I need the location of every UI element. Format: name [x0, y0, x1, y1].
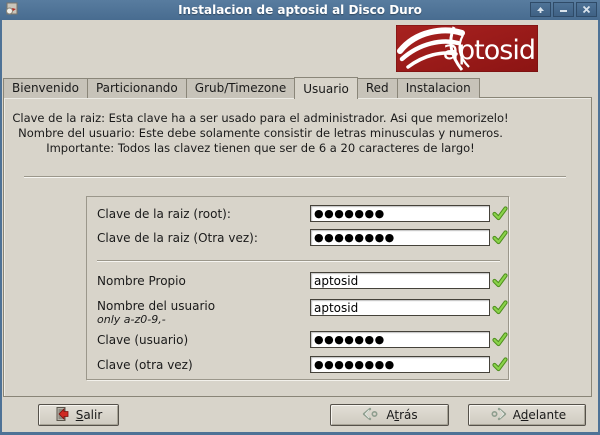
- tab-bar: Bienvenido Particionando Grub/Timezone U…: [3, 77, 479, 98]
- info-line: Importante: Todos las clavez tienen que …: [8, 141, 513, 156]
- user-password-label: Clave (usuario): [97, 333, 188, 347]
- aptosid-logo: aptosid: [396, 25, 538, 72]
- forward-arrow-icon: [488, 407, 508, 424]
- window-title: Instalacion de aptosid al Disco Duro: [0, 3, 600, 17]
- close-icon[interactable]: [576, 2, 597, 17]
- real-name-input[interactable]: [310, 272, 490, 289]
- valid-check-icon: [492, 272, 508, 288]
- root-password-input[interactable]: [310, 205, 490, 222]
- info-line: Nombre del usuario: Este debe solamente …: [8, 126, 513, 141]
- user-password-repeat-input[interactable]: [310, 356, 490, 373]
- tab-particionando[interactable]: Particionando: [87, 78, 187, 98]
- back-arrow-icon: [361, 407, 381, 424]
- back-button[interactable]: Atrás: [330, 404, 449, 426]
- separator: [24, 176, 566, 178]
- quit-button[interactable]: Salir: [38, 404, 119, 426]
- separator: [97, 260, 500, 262]
- client-area: aptosid Bienvenido Particionando Grub/Ti…: [2, 20, 598, 432]
- tab-bienvenido[interactable]: Bienvenido: [3, 78, 88, 98]
- exit-icon: [55, 406, 71, 425]
- root-password-label: Clave de la raiz (root):: [97, 207, 231, 221]
- valid-check-icon: [492, 229, 508, 245]
- tab-red[interactable]: Red: [357, 78, 398, 98]
- valid-check-icon: [492, 205, 508, 221]
- username-hint: only a-z0-9,-: [97, 313, 215, 326]
- valid-check-icon: [492, 356, 508, 372]
- username-input[interactable]: [310, 299, 490, 316]
- info-text: Clave de la raiz: Esta clave ha a ser us…: [8, 111, 513, 156]
- root-password-repeat-input[interactable]: [310, 229, 490, 246]
- titlebar: Instalacion de aptosid al Disco Duro: [0, 0, 600, 20]
- user-password-input[interactable]: [310, 331, 490, 348]
- tab-instalacion[interactable]: Instalacion: [397, 78, 480, 98]
- back-button-label: Atrás: [386, 408, 417, 422]
- root-password-repeat-label: Clave de la raiz (Otra vez):: [97, 231, 258, 245]
- valid-check-icon: [492, 331, 508, 347]
- forward-button[interactable]: Adelante: [468, 404, 586, 426]
- logo-text: aptosid: [443, 35, 536, 66]
- app-icon: [4, 2, 19, 17]
- user-form: Clave de la raiz (root): Clave de la rai…: [86, 196, 509, 380]
- valid-check-icon: [492, 299, 508, 315]
- username-label: Nombre del usuario only a-z0-9,-: [97, 299, 215, 326]
- shade-icon[interactable]: [530, 2, 551, 17]
- tab-panel-usuario: Clave de la raiz: Esta clave ha a ser us…: [3, 97, 592, 397]
- info-line: Clave de la raiz: Esta clave ha a ser us…: [8, 111, 513, 126]
- tab-grub-timezone[interactable]: Grub/Timezone: [186, 78, 296, 98]
- quit-button-label: Salir: [76, 408, 103, 422]
- real-name-label: Nombre Propio: [97, 274, 186, 288]
- tab-usuario[interactable]: Usuario: [294, 77, 358, 99]
- username-label-text: Nombre del usuario: [97, 299, 215, 313]
- minimize-icon[interactable]: [553, 2, 574, 17]
- forward-button-label: Adelante: [513, 408, 566, 422]
- user-password-repeat-label: Clave (otra vez): [97, 358, 193, 372]
- installer-window: Instalacion de aptosid al Disco Duro: [0, 0, 600, 435]
- window-controls: [530, 2, 597, 17]
